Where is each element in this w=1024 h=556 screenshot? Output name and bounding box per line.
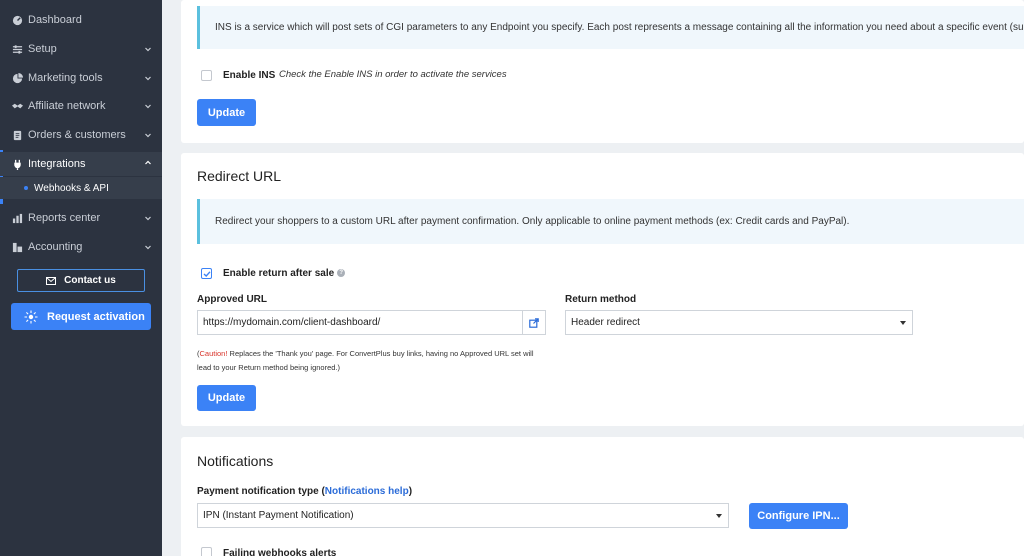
approved-url-input[interactable]: https://mydomain.com/client-dashboard/: [197, 310, 523, 335]
redirect-info-box: Redirect your shoppers to a custom URL a…: [197, 199, 1024, 244]
contact-us-button[interactable]: Contact us: [17, 269, 145, 292]
sidebar-item-label: Affiliate network: [28, 100, 106, 112]
caution-note: (Caution! Replaces the 'Thank you' page.…: [197, 347, 547, 375]
sidebar-item-label: Integrations: [28, 158, 86, 170]
return-method-label: Return method: [565, 294, 637, 305]
sidebar: Dashboard Setup Marketing tools Affiliat…: [0, 0, 162, 556]
type-label-prefix: Payment notification type (: [197, 486, 325, 497]
redirect-info-text: Redirect your shoppers to a custom URL a…: [215, 216, 850, 227]
failing-webhooks-label: Failing webhooks alerts: [223, 548, 337, 556]
sidebar-item-label: Marketing tools: [28, 72, 103, 84]
sidebar-item-label: Reports center: [28, 212, 101, 224]
redirect-update-button[interactable]: Update: [197, 385, 256, 411]
sidebar-item-marketing-tools[interactable]: Marketing tools: [0, 67, 162, 89]
enable-return-text: Enable return after sale: [223, 268, 335, 279]
sidebar-item-label: Setup: [28, 43, 57, 55]
chevron-down-icon: [145, 245, 151, 250]
chevron-down-icon: [145, 104, 151, 109]
enable-return-checkbox[interactable]: [201, 268, 212, 279]
approved-url-value: https://mydomain.com/client-dashboard/: [203, 317, 381, 328]
open-url-button[interactable]: [523, 310, 546, 335]
chevron-down-icon: [145, 47, 151, 52]
sidebar-item-dashboard[interactable]: Dashboard: [0, 9, 162, 31]
redirect-title: Redirect URL: [197, 168, 282, 184]
return-method-select[interactable]: Header redirect: [565, 310, 913, 335]
ins-info-box: INS is a service which will post sets of…: [197, 6, 1024, 49]
sidebar-item-label: Accounting: [28, 241, 83, 253]
ins-update-label: Update: [207, 106, 246, 119]
chevron-up-icon: [145, 160, 151, 165]
caret-down-icon: [900, 321, 906, 325]
bar-chart-icon: [12, 213, 23, 224]
caution-text: Replaces the 'Thank you' page. For Conve…: [197, 349, 534, 372]
chevron-down-icon: [145, 133, 151, 138]
configure-ipn-button[interactable]: Configure IPN...: [749, 503, 848, 529]
sidebar-item-orders-customers[interactable]: Orders & customers: [0, 124, 162, 146]
enable-ins-label: Enable INS: [223, 70, 276, 81]
ins-card: INS is a service which will post sets of…: [181, 0, 1024, 143]
redirect-card: Redirect URL Redirect your shoppers to a…: [181, 153, 1024, 426]
enable-return-label: Enable return after sale?: [223, 268, 346, 279]
contact-us-label: Contact us: [64, 275, 116, 286]
sidebar-item-accounting[interactable]: Accounting: [0, 236, 162, 258]
request-activation-label: Request activation: [47, 310, 145, 323]
envelope-icon: [46, 276, 57, 285]
chevron-down-icon: [145, 76, 151, 81]
orders-icon: [12, 130, 23, 141]
plug-icon: [12, 159, 23, 170]
pie-chart-icon: [12, 72, 23, 84]
sidebar-item-integrations[interactable]: Integrations: [0, 152, 162, 176]
chevron-down-icon: [145, 216, 151, 221]
external-link-icon: [529, 317, 539, 328]
caution-word: Caution!: [199, 349, 228, 358]
handshake-icon: [12, 101, 23, 112]
redirect-update-label: Update: [207, 392, 246, 404]
sidebar-item-reports-center[interactable]: Reports center: [0, 207, 162, 229]
sidebar-subitem-label: Webhooks & API: [34, 182, 109, 194]
payment-notification-type-label: Payment notification type (Notifications…: [197, 486, 412, 497]
notification-type-value: IPN (Instant Payment Notification): [203, 510, 354, 521]
sidebar-item-setup[interactable]: Setup: [0, 38, 162, 60]
sidebar-item-label: Dashboard: [28, 14, 82, 26]
active-dot-icon: [24, 186, 28, 190]
request-activation-button[interactable]: Request activation: [11, 303, 151, 330]
notifications-title: Notifications: [197, 453, 274, 469]
configure-ipn-label: Configure IPN...: [757, 510, 840, 522]
accounting-icon: [12, 242, 23, 253]
approved-url-label: Approved URL: [197, 294, 267, 305]
enable-ins-checkbox[interactable]: [201, 70, 212, 81]
type-label-suffix: ): [408, 486, 413, 497]
notifications-card: Notifications Payment notification type …: [181, 437, 1024, 556]
sidebar-item-affiliate-network[interactable]: Affiliate network: [0, 95, 162, 117]
failing-webhooks-checkbox[interactable]: [201, 547, 212, 556]
enable-ins-note: Check the Enable INS in order to activat…: [279, 69, 507, 80]
sidebar-item-label: Orders & customers: [28, 129, 126, 141]
activation-icon: [24, 310, 38, 323]
return-method-value: Header redirect: [571, 317, 640, 328]
setup-icon: [12, 44, 23, 55]
notifications-help-link[interactable]: Notifications help: [325, 486, 409, 497]
ins-info-text: INS is a service which will post sets of…: [215, 22, 1024, 33]
caret-down-icon: [716, 514, 722, 518]
notification-type-select[interactable]: IPN (Instant Payment Notification): [197, 503, 729, 528]
ins-update-button[interactable]: Update: [197, 99, 256, 126]
sidebar-subitem-webhooks-api[interactable]: Webhooks & API: [0, 177, 162, 199]
help-icon[interactable]: ?: [337, 269, 346, 278]
checkmark-icon: [203, 270, 211, 277]
dashboard-icon: [12, 15, 23, 26]
